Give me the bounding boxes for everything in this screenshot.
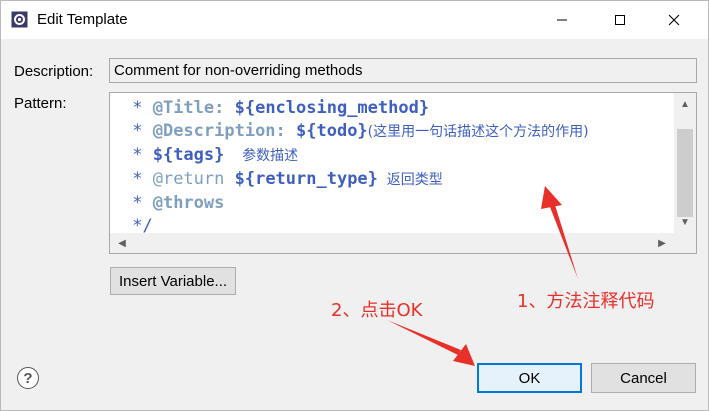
help-icon[interactable]: ?	[17, 367, 39, 389]
arrow-to-ok	[387, 320, 475, 366]
description-field[interactable]: Comment for non-overriding methods	[109, 58, 697, 83]
horizontal-scrollbar[interactable]: ◀ ▶	[110, 233, 674, 253]
gear-icon	[11, 11, 28, 28]
insert-variable-button[interactable]: Insert Variable...	[110, 267, 236, 295]
ok-button[interactable]: OK	[477, 363, 582, 393]
annotation-click-ok: 2、点击OK	[331, 300, 423, 321]
close-button[interactable]	[651, 1, 697, 39]
pattern-code[interactable]: * @Title: ${enclosing_method} * @Descrip…	[122, 97, 589, 238]
title-bar: Edit Template	[1, 1, 708, 39]
scroll-up-icon[interactable]: ▲	[677, 96, 693, 112]
scroll-left-icon[interactable]: ◀	[114, 235, 130, 251]
pattern-label: Pattern:	[14, 95, 67, 112]
edit-template-dialog: Edit Template Description: Comment for n…	[0, 0, 709, 411]
window-title: Edit Template	[37, 11, 128, 28]
vertical-scroll-thumb[interactable]	[677, 129, 693, 217]
code-line-2: * @Description: ${todo}(这里用一句话描述这个方法的作用)	[122, 121, 589, 141]
close-icon	[668, 14, 680, 26]
scrollbar-corner	[674, 233, 696, 253]
code-line-5: * @throws	[122, 193, 225, 213]
scroll-right-icon[interactable]: ▶	[654, 235, 670, 251]
minimize-button[interactable]	[539, 1, 585, 39]
code-line-1: * @Title: ${enclosing_method}	[122, 98, 430, 118]
scroll-down-icon[interactable]: ▼	[677, 214, 693, 230]
annotation-method-comment: 1、方法注释代码	[517, 291, 655, 312]
vertical-scrollbar[interactable]: ▲ ▼	[674, 93, 696, 233]
code-line-4: * @return ${return_type} 返回类型	[122, 169, 443, 189]
pattern-editor[interactable]: * @Title: ${enclosing_method} * @Descrip…	[109, 92, 697, 254]
code-line-3: * ${tags} 参数描述	[122, 145, 299, 165]
description-label: Description:	[14, 63, 94, 80]
minimize-icon	[557, 19, 567, 21]
maximize-button[interactable]	[597, 1, 643, 39]
cancel-button[interactable]: Cancel	[591, 363, 696, 393]
maximize-icon	[615, 15, 625, 25]
